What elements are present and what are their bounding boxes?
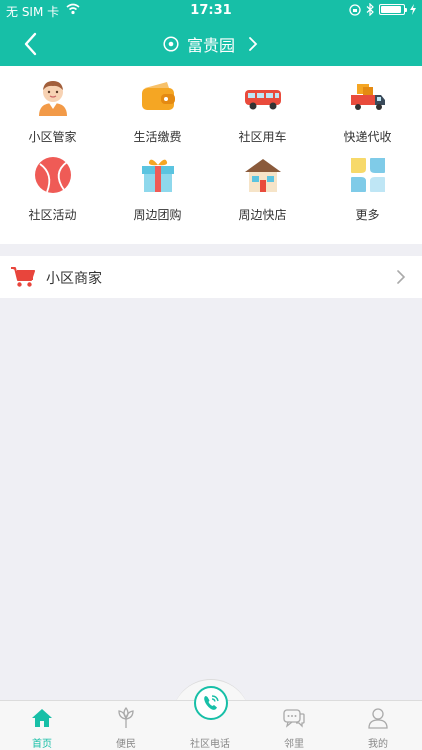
tab-home[interactable]: 首页 [0, 701, 84, 750]
home-icon [32, 709, 52, 727]
butler-icon [39, 81, 67, 116]
tab-neighbors[interactable]: 邻里 [252, 701, 336, 750]
service-label: 社区活动 [28, 208, 77, 222]
service-label: 生活缴费 [133, 130, 182, 144]
car-icon [245, 90, 281, 110]
shop-icon [245, 159, 281, 192]
gift-icon [142, 159, 174, 192]
chevron-right-icon [249, 37, 258, 51]
ball-icon [35, 157, 71, 193]
battery-icon [379, 4, 407, 15]
service-bill-payment[interactable]: 生活缴费 [105, 66, 210, 144]
delivery-truck-icon [351, 84, 385, 110]
service-community-car[interactable]: 社区用车 [210, 66, 315, 144]
nav-bar: 富贵园 [0, 22, 422, 66]
tab-convenience[interactable]: 便民 [84, 701, 168, 750]
chat-icon [283, 709, 305, 728]
merchant-label: 小区商家 [46, 271, 102, 287]
service-more[interactable]: 更多 [315, 144, 420, 222]
service-label: 周边快店 [238, 208, 287, 222]
service-parcel-collection[interactable]: 快递代收 [315, 66, 420, 144]
cart-icon [11, 267, 35, 287]
tab-label: 首页 [32, 739, 52, 750]
tab-label: 社区电话 [190, 739, 230, 750]
service-community-activity[interactable]: 社区活动 [0, 144, 105, 222]
service-label: 社区用车 [238, 130, 287, 144]
chevron-right-icon [397, 270, 406, 284]
community-phone-button[interactable] [194, 686, 228, 720]
more-icon [351, 158, 385, 192]
tab-label: 我的 [368, 739, 388, 750]
service-label: 周边团购 [133, 208, 182, 222]
person-icon [368, 708, 388, 729]
merchant-row[interactable]: 小区商家 [0, 256, 422, 298]
community-selector[interactable]: 富贵园 [0, 22, 422, 66]
location-target-icon [163, 36, 179, 52]
service-group-buy[interactable]: 周边团购 [105, 144, 210, 222]
tab-profile[interactable]: 我的 [336, 701, 420, 750]
rotation-lock-icon [349, 3, 361, 16]
service-label: 快递代收 [343, 130, 392, 144]
service-nearby-shop[interactable]: 周边快店 [210, 144, 315, 222]
phone-icon [204, 695, 219, 710]
service-grid: 小区管家 生活缴费 社区用车 快递代收 社区活动 周边团购 周边快店 更多 [0, 66, 422, 244]
status-bar: 无 SIM 卡 17:31 [0, 0, 422, 22]
bluetooth-icon [366, 3, 374, 16]
service-label: 小区管家 [28, 130, 77, 144]
wallet-icon [142, 82, 175, 110]
page-title: 富贵园 [186, 36, 235, 55]
tab-label: 邻里 [284, 739, 304, 750]
plant-icon [118, 707, 134, 728]
charging-icon [410, 4, 416, 15]
service-butler[interactable]: 小区管家 [0, 66, 105, 144]
tab-label: 便民 [116, 739, 136, 750]
service-label: 更多 [355, 208, 380, 222]
